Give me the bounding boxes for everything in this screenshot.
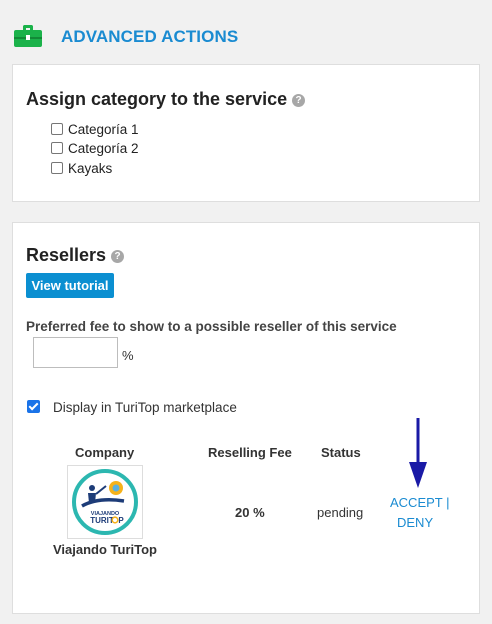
- checkbox[interactable]: [51, 162, 63, 174]
- status-header: Status: [321, 445, 361, 460]
- marketplace-label: Display in TuriTop marketplace: [53, 400, 237, 415]
- advanced-actions-header: ADVANCED ACTIONS: [14, 20, 238, 52]
- view-tutorial-button[interactable]: View tutorial: [26, 273, 114, 298]
- company-logo: VIAJANDO TURIT P: [67, 465, 143, 539]
- page-title: ADVANCED ACTIONS: [61, 27, 239, 46]
- category-option-kayaks[interactable]: Kayaks: [51, 159, 112, 177]
- marketplace-checkbox[interactable]: [27, 400, 40, 413]
- svg-text:TURIT: TURIT: [90, 516, 114, 525]
- svg-text:P: P: [118, 516, 124, 525]
- arrow-down-icon: [409, 418, 427, 488]
- status-value: pending: [317, 505, 364, 520]
- category-section-title: Assign category to the service?: [26, 89, 306, 110]
- deny-link[interactable]: DENY: [397, 515, 433, 530]
- checkbox[interactable]: [51, 142, 63, 154]
- help-icon[interactable]: ?: [111, 250, 125, 263]
- resellers-panel: Resellers? View tutorial Preferred fee t…: [12, 222, 480, 614]
- checkbox[interactable]: [51, 123, 63, 135]
- accept-link[interactable]: ACCEPT |: [390, 495, 449, 510]
- company-name: Viajando TuriTop: [53, 542, 157, 557]
- resellers-section-title: Resellers?: [26, 245, 125, 266]
- preferred-fee-label: Preferred fee to show to a possible rese…: [26, 319, 397, 334]
- percent-unit: %: [122, 348, 134, 363]
- category-option-2[interactable]: Categoría 2: [51, 139, 139, 157]
- reselling-fee-header: Reselling Fee: [208, 445, 292, 460]
- category-option-1[interactable]: Categoría 1: [51, 120, 139, 138]
- reselling-fee-value: 20 %: [235, 505, 265, 520]
- category-panel: Assign category to the service? Categorí…: [12, 64, 480, 202]
- briefcase-icon: [14, 25, 42, 47]
- company-header: Company: [75, 445, 135, 460]
- preferred-fee-input[interactable]: [33, 337, 118, 368]
- help-icon[interactable]: ?: [292, 94, 306, 107]
